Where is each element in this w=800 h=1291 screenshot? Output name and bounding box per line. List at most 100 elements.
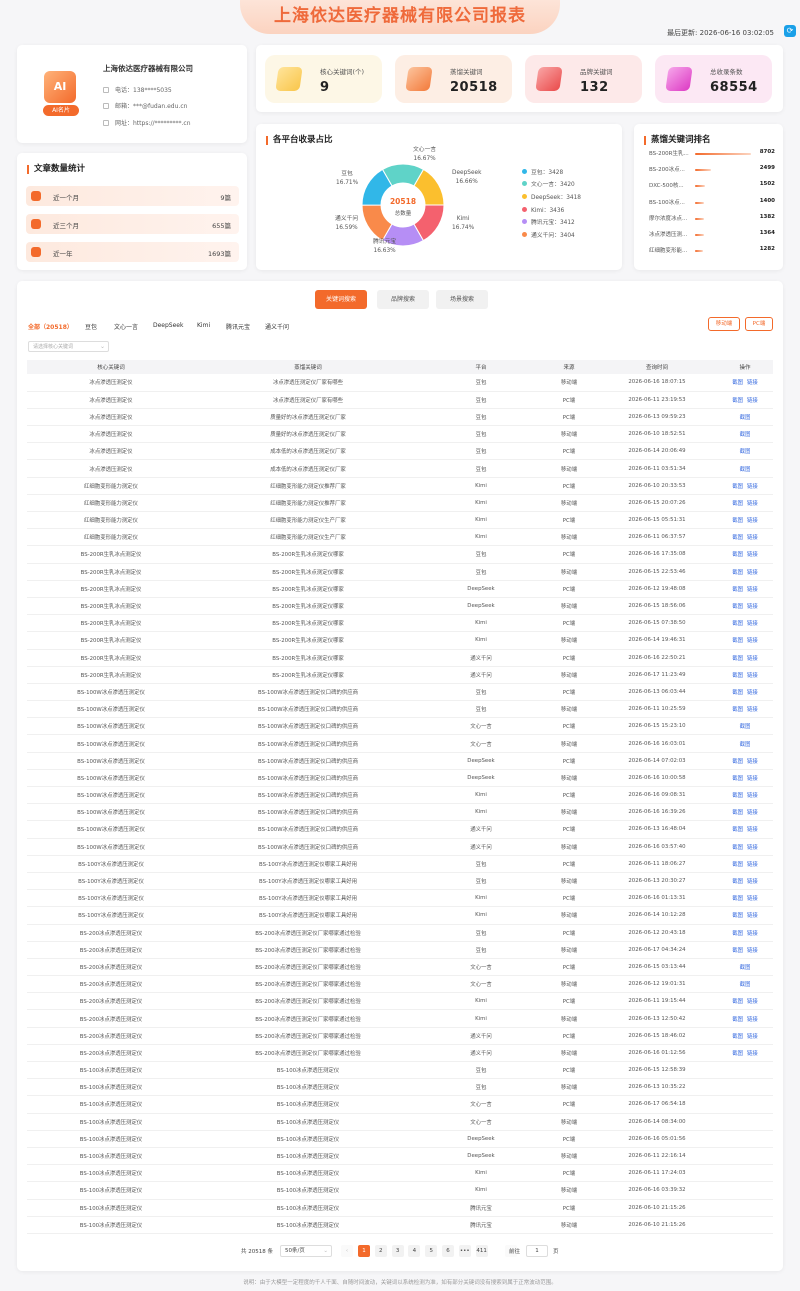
screenshot-link[interactable]: 截图 xyxy=(732,707,743,713)
goto-page-input[interactable]: 1 xyxy=(526,1245,548,1257)
screenshot-link[interactable]: 截图 xyxy=(740,965,751,971)
source-link[interactable]: 链接 xyxy=(747,1034,758,1040)
source-link[interactable]: 链接 xyxy=(747,484,758,490)
source-link[interactable]: 链接 xyxy=(747,827,758,833)
source-link[interactable]: 链接 xyxy=(747,501,758,507)
screenshot-link[interactable]: 截图 xyxy=(740,432,751,438)
platform-tab-doubao[interactable]: 豆包 xyxy=(85,322,97,331)
mobile-button[interactable]: 移动端 xyxy=(708,317,740,331)
cell: 2026-06-14 10:12:28 xyxy=(597,906,717,925)
core-keyword-select[interactable]: 请选择核心关键词 ⌄ xyxy=(28,341,109,352)
screenshot-link[interactable]: 截图 xyxy=(732,1051,743,1057)
screenshot-link[interactable]: 截图 xyxy=(732,999,743,1005)
source-link[interactable]: 链接 xyxy=(747,518,758,524)
source-link[interactable]: 链接 xyxy=(747,707,758,713)
source-link[interactable]: 链接 xyxy=(747,793,758,799)
tab-keyword-search[interactable]: 关键词搜索 xyxy=(315,290,367,309)
source-link[interactable]: 链接 xyxy=(747,931,758,937)
screenshot-link[interactable]: 截图 xyxy=(732,380,743,386)
tab-brand-search[interactable]: 品牌搜索 xyxy=(377,290,429,309)
source-link[interactable]: 链接 xyxy=(747,999,758,1005)
source-link[interactable]: 链接 xyxy=(747,862,758,868)
source-link[interactable]: 链接 xyxy=(747,638,758,644)
screenshot-link[interactable]: 截图 xyxy=(732,776,743,782)
platform-tab-tongyi[interactable]: 通义千问 xyxy=(265,322,289,331)
source-link[interactable]: 链接 xyxy=(747,776,758,782)
page-button[interactable]: 5 xyxy=(425,1245,438,1257)
screenshot-link[interactable]: 截图 xyxy=(732,931,743,937)
screenshot-link[interactable]: 截图 xyxy=(740,724,751,730)
screenshot-link[interactable]: 截图 xyxy=(732,484,743,490)
page-button[interactable]: 6 xyxy=(442,1245,454,1257)
screenshot-link[interactable]: 截图 xyxy=(732,810,743,816)
pc-button[interactable]: PC端 xyxy=(745,317,773,331)
screenshot-link[interactable]: 截图 xyxy=(732,759,743,765)
source-link[interactable]: 链接 xyxy=(747,587,758,593)
screenshot-link[interactable]: 截图 xyxy=(732,1017,743,1023)
screenshot-link[interactable]: 截图 xyxy=(740,467,751,473)
cell: 2026-06-11 06:37:57 xyxy=(597,528,717,547)
source-link[interactable]: 链接 xyxy=(747,759,758,765)
screenshot-link[interactable]: 截图 xyxy=(732,638,743,644)
screenshot-link[interactable]: 截图 xyxy=(740,982,751,988)
screenshot-link[interactable]: 截图 xyxy=(732,535,743,541)
source-link[interactable]: 链接 xyxy=(747,535,758,541)
page-button[interactable]: 1 xyxy=(358,1245,370,1257)
source-link[interactable]: 链接 xyxy=(747,913,758,919)
page-button[interactable]: 3 xyxy=(391,1245,404,1257)
screenshot-link[interactable]: 截图 xyxy=(732,570,743,576)
source-link[interactable]: 链接 xyxy=(747,690,758,696)
screenshot-link[interactable]: 截图 xyxy=(732,621,743,627)
source-link[interactable]: 链接 xyxy=(747,845,758,851)
source-link[interactable]: 链接 xyxy=(747,948,758,954)
source-link[interactable]: 链接 xyxy=(747,380,758,386)
screenshot-link[interactable]: 截图 xyxy=(732,862,743,868)
refresh-icon[interactable]: ⟳ xyxy=(784,25,796,37)
source-link[interactable]: 链接 xyxy=(747,673,758,679)
platform-tab-wenxin[interactable]: 文心一言 xyxy=(114,322,138,331)
screenshot-link[interactable]: 截图 xyxy=(732,879,743,885)
screenshot-link[interactable]: 截图 xyxy=(732,948,743,954)
screenshot-link[interactable]: 截图 xyxy=(740,449,751,455)
platform-tab-deepseek[interactable]: DeepSeek xyxy=(153,322,183,329)
source-link[interactable]: 链接 xyxy=(747,621,758,627)
screenshot-link[interactable]: 截图 xyxy=(732,673,743,679)
page-button[interactable]: 2 xyxy=(374,1245,387,1257)
platform-tab-kimi[interactable]: Kimi xyxy=(197,322,210,329)
screenshot-link[interactable]: 截图 xyxy=(732,845,743,851)
screenshot-link[interactable]: 截图 xyxy=(732,656,743,662)
page-button[interactable]: 411 xyxy=(475,1245,488,1257)
source-link[interactable]: 链接 xyxy=(747,879,758,885)
screenshot-link[interactable]: 截图 xyxy=(732,896,743,902)
source-link[interactable]: 链接 xyxy=(747,896,758,902)
ai-card-badge[interactable]: AI名片 xyxy=(43,105,79,116)
screenshot-link[interactable]: 截图 xyxy=(732,604,743,610)
screenshot-link[interactable]: 截图 xyxy=(732,1034,743,1040)
screenshot-link[interactable]: 截图 xyxy=(732,793,743,799)
prev-page-button[interactable]: ‹ xyxy=(341,1245,353,1257)
source-link[interactable]: 链接 xyxy=(747,552,758,558)
platform-tab-all[interactable]: 全部（20518） xyxy=(28,322,73,331)
screenshot-link[interactable]: 截图 xyxy=(732,913,743,919)
source-link[interactable]: 链接 xyxy=(747,1051,758,1057)
source-link[interactable]: 链接 xyxy=(747,398,758,404)
source-link[interactable]: 链接 xyxy=(747,656,758,662)
source-link[interactable]: 链接 xyxy=(747,1017,758,1023)
page-button[interactable]: 4 xyxy=(408,1245,421,1257)
tab-scene-search[interactable]: 场景搜索 xyxy=(436,290,488,309)
source-link[interactable]: 链接 xyxy=(747,570,758,576)
screenshot-link[interactable]: 截图 xyxy=(732,552,743,558)
screenshot-link[interactable]: 截图 xyxy=(732,501,743,507)
screenshot-link[interactable]: 截图 xyxy=(740,415,751,421)
screenshot-link[interactable]: 截图 xyxy=(732,398,743,404)
source-link[interactable]: 链接 xyxy=(747,810,758,816)
source-link[interactable]: 链接 xyxy=(747,604,758,610)
screenshot-link[interactable]: 截图 xyxy=(740,742,751,748)
screenshot-link[interactable]: 截图 xyxy=(732,690,743,696)
screenshot-link[interactable]: 截图 xyxy=(732,518,743,524)
platform-tab-yuanbao[interactable]: 腾讯元宝 xyxy=(226,322,250,331)
screenshot-link[interactable]: 截图 xyxy=(732,827,743,833)
page-button[interactable]: ••• xyxy=(458,1245,471,1257)
screenshot-link[interactable]: 截图 xyxy=(732,587,743,593)
page-size-select[interactable]: 50条/页 ⌄ xyxy=(280,1245,332,1257)
